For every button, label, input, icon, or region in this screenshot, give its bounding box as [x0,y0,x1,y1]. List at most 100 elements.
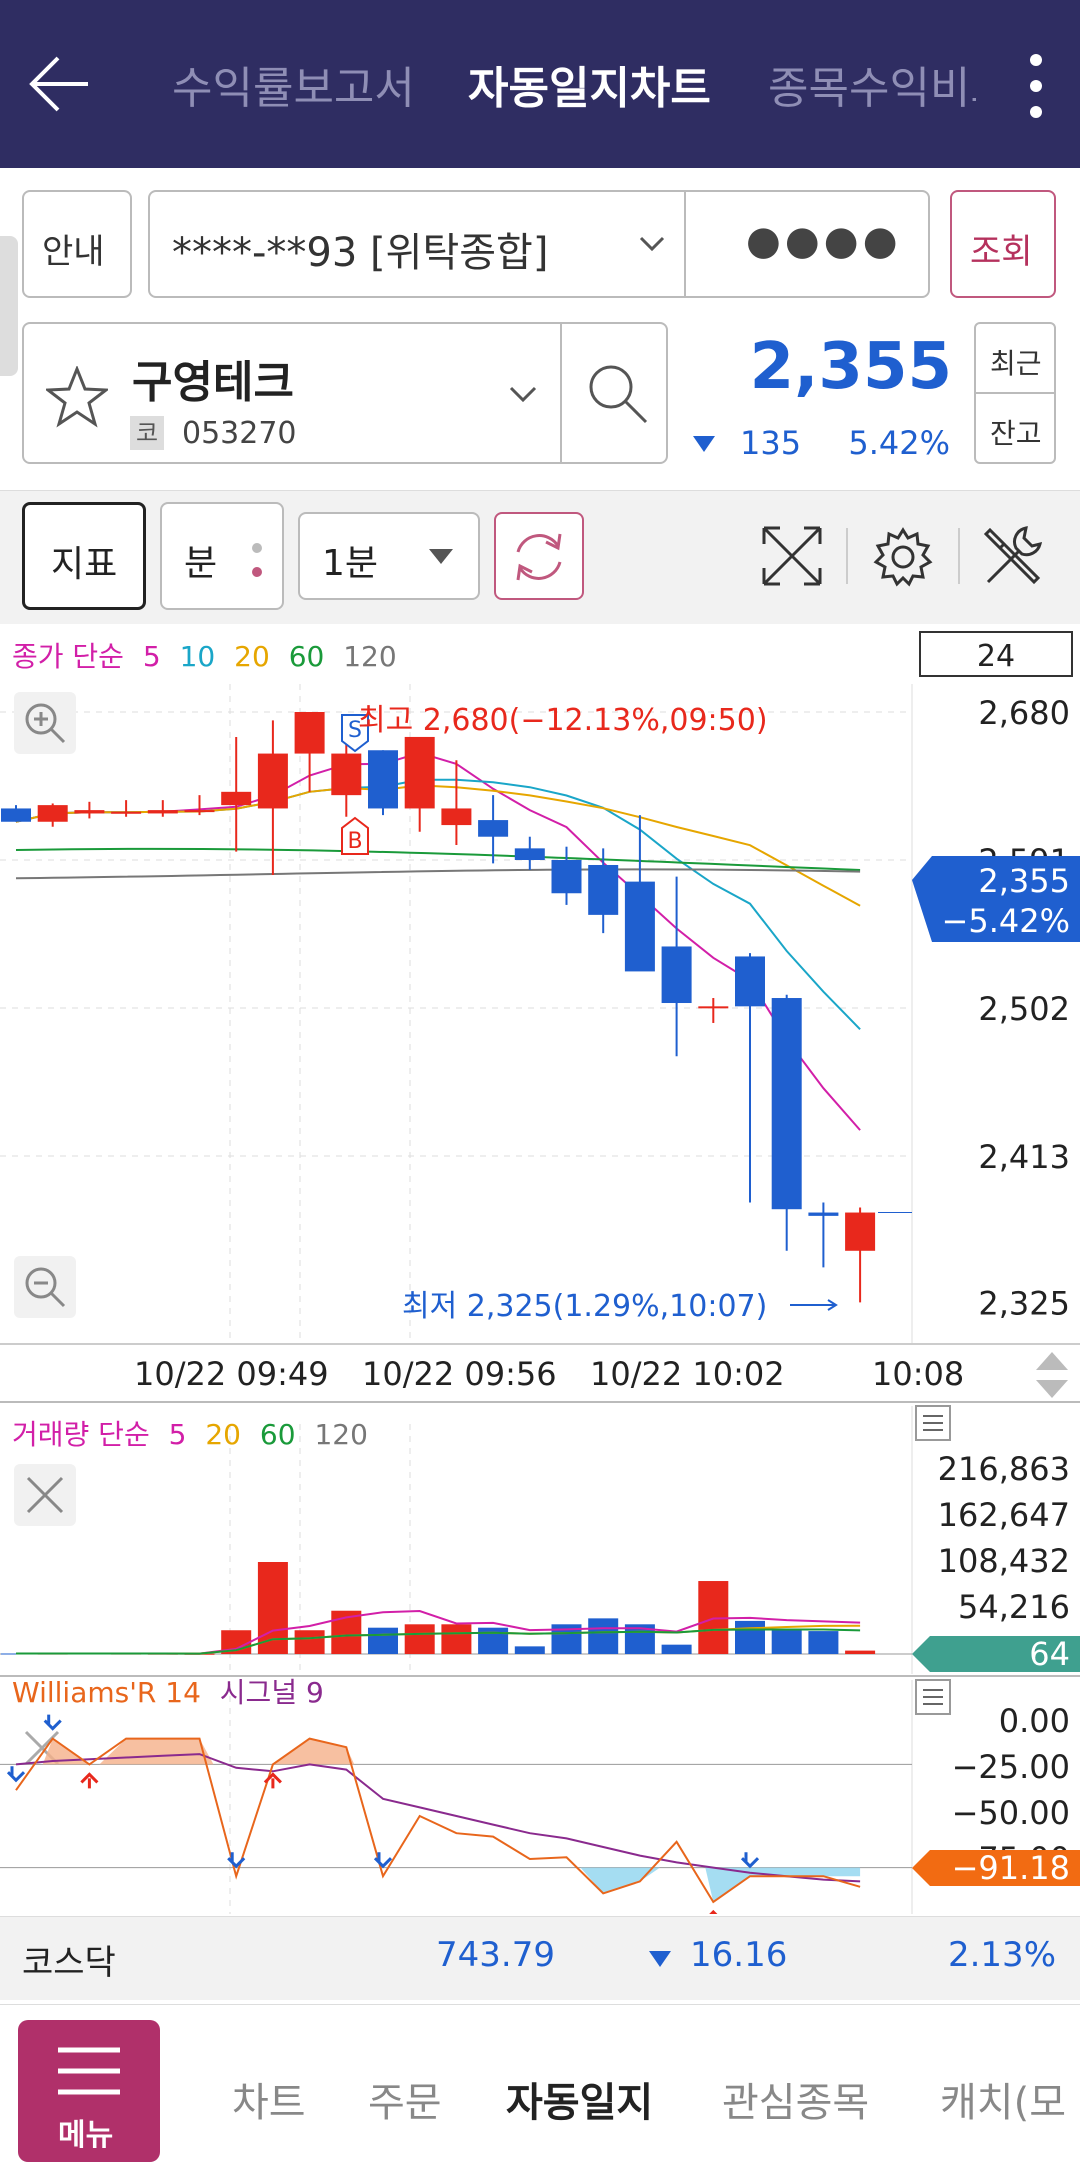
svg-text:B: B [347,829,362,854]
recent-button[interactable]: 최근 [990,342,1042,382]
ma20-line [15,784,861,907]
interval-select[interactable]: 1분 [298,512,480,600]
ma5-line [15,751,861,1131]
time-label: 10/22 09:56 [362,1355,557,1393]
candle-body [257,753,288,809]
y-tick-label: 216,863 [938,1450,1070,1488]
volume-bar [845,1650,876,1654]
volume-bar [514,1646,545,1654]
unit-minute-button[interactable]: 분 [160,502,284,610]
indicator-button[interactable]: 지표 [22,502,146,610]
volume-bar [368,1627,398,1654]
sell-signal-arrow [43,1714,62,1731]
volume-bar [478,1627,509,1654]
tools-icon[interactable] [980,524,1044,588]
nav-order[interactable]: 주문 [368,2070,442,2128]
signal-line [15,1753,861,1883]
ma60-line [15,847,861,871]
candle-body [441,808,472,826]
stock-code: 053270 [182,416,297,451]
menu-button[interactable]: 메뉴 [18,2020,160,2162]
chevron-down-icon [509,386,537,403]
panel-menu-icon[interactable] [915,1679,951,1715]
tab-stock-profit-compare[interactable]: 종목수익비교 [768,52,976,116]
recent-balance-toggle[interactable]: 최근 잔고 [974,322,1056,464]
ma10-line [15,778,861,1030]
candle-body [514,848,545,860]
market-ticker[interactable]: 코스닥 743.79 16.16 2.13% [0,1916,1080,2000]
candle-body [845,1212,876,1251]
oversold-area [705,1867,861,1902]
candle-body [661,946,692,1004]
sell-signal-arrow [6,1766,26,1783]
close-icon[interactable] [14,1464,76,1526]
svg-text:64: 64 [1029,1635,1070,1673]
volume-ma5-line [16,1609,861,1655]
candle-body [37,805,68,822]
volume-bar [808,1631,839,1654]
down-triangle-icon [693,436,715,452]
candle-count: 24 [977,639,1015,674]
candle-body [294,712,325,754]
market-name: 코스닥 [22,1943,116,1983]
candle-body [478,820,509,837]
query-button[interactable]: 조회 [950,190,1056,298]
buy-signal-arrow [80,1772,99,1789]
more-vert-icon[interactable] [1022,52,1050,122]
tab-auto-journal-chart[interactable]: 자동일지차트 [468,52,711,116]
side-drawer-handle[interactable] [0,236,18,376]
wr-chart-legend: Williams'R 14 시그널 9 [12,1676,324,1709]
candle-body [221,791,252,806]
y-tick-label: 54,216 [958,1588,1070,1626]
svg-text:−91.18: −91.18 [952,1849,1070,1887]
y-tick-label: 2,325 [978,1284,1070,1322]
candle-body [588,864,619,915]
candle-body [74,810,105,814]
candle-body [551,860,582,894]
panel-menu-icon[interactable] [915,1405,951,1441]
nav-watchlist[interactable]: 관심종목 [722,2070,869,2128]
balance-button[interactable]: 잔고 [990,412,1042,452]
tab-profit-report[interactable]: 수익률보고서 [172,52,415,116]
volume-current-tag: 64 [912,1635,1080,1673]
zoom-out-icon[interactable] [14,1256,76,1318]
guide-button[interactable]: 안내 [22,190,132,298]
candle-body [624,881,655,972]
stock-selector[interactable]: 구영테크 코 053270 [22,322,668,464]
low-arrow-icon [790,1299,838,1311]
high-price-label: 최고 2,680(−12.13%,09:50) [358,703,768,738]
more-dots-icon [252,543,262,577]
zoom-in-icon[interactable] [14,692,76,754]
candle-body [368,750,398,809]
account-selector[interactable]: ****-**93 [위탁종합] ●●●● [148,190,930,298]
y-tick-label: −50.00 [952,1794,1070,1832]
chart-area[interactable]: 24 종가 단순 5 10 20 60 120 S B 최고 2,680(−12… [0,624,1080,1914]
password-field[interactable]: ●●●● [746,218,902,264]
back-arrow-icon[interactable] [28,56,92,112]
time-label: 10:08 [872,1355,964,1393]
search-icon[interactable] [584,360,650,426]
expand-icon[interactable] [760,524,824,588]
y-tick-label: 162,647 [938,1496,1070,1534]
market-change: 16.16 [690,1935,788,1975]
volume-chart-legend: 거래량 단순 5 20 60 120 [12,1418,368,1451]
gear-icon[interactable] [872,526,934,588]
current-price-tag: 2,355 −5.42% [912,856,1080,942]
nav-catch[interactable]: 캐치(모 [940,2070,1066,2126]
overbought-area [272,1738,355,1765]
candle-body [698,1006,729,1009]
star-icon[interactable] [46,366,108,428]
market-pct: 2.13% [947,1935,1056,1975]
refresh-icon [516,533,562,581]
svg-text:2,355: 2,355 [978,862,1070,900]
low-price-label: 최저 2,325(1.29%,10:07) [402,1289,767,1324]
candle-body [331,753,362,796]
nav-auto-journal[interactable]: 자동일지 [506,2070,653,2128]
candle-body [404,736,435,809]
candle-body [184,810,215,813]
refresh-button[interactable] [494,512,584,600]
volume-bar [404,1624,435,1654]
sell-signal-arrow [740,1852,760,1869]
candle-body [147,810,178,814]
nav-chart[interactable]: 차트 [232,2070,306,2128]
